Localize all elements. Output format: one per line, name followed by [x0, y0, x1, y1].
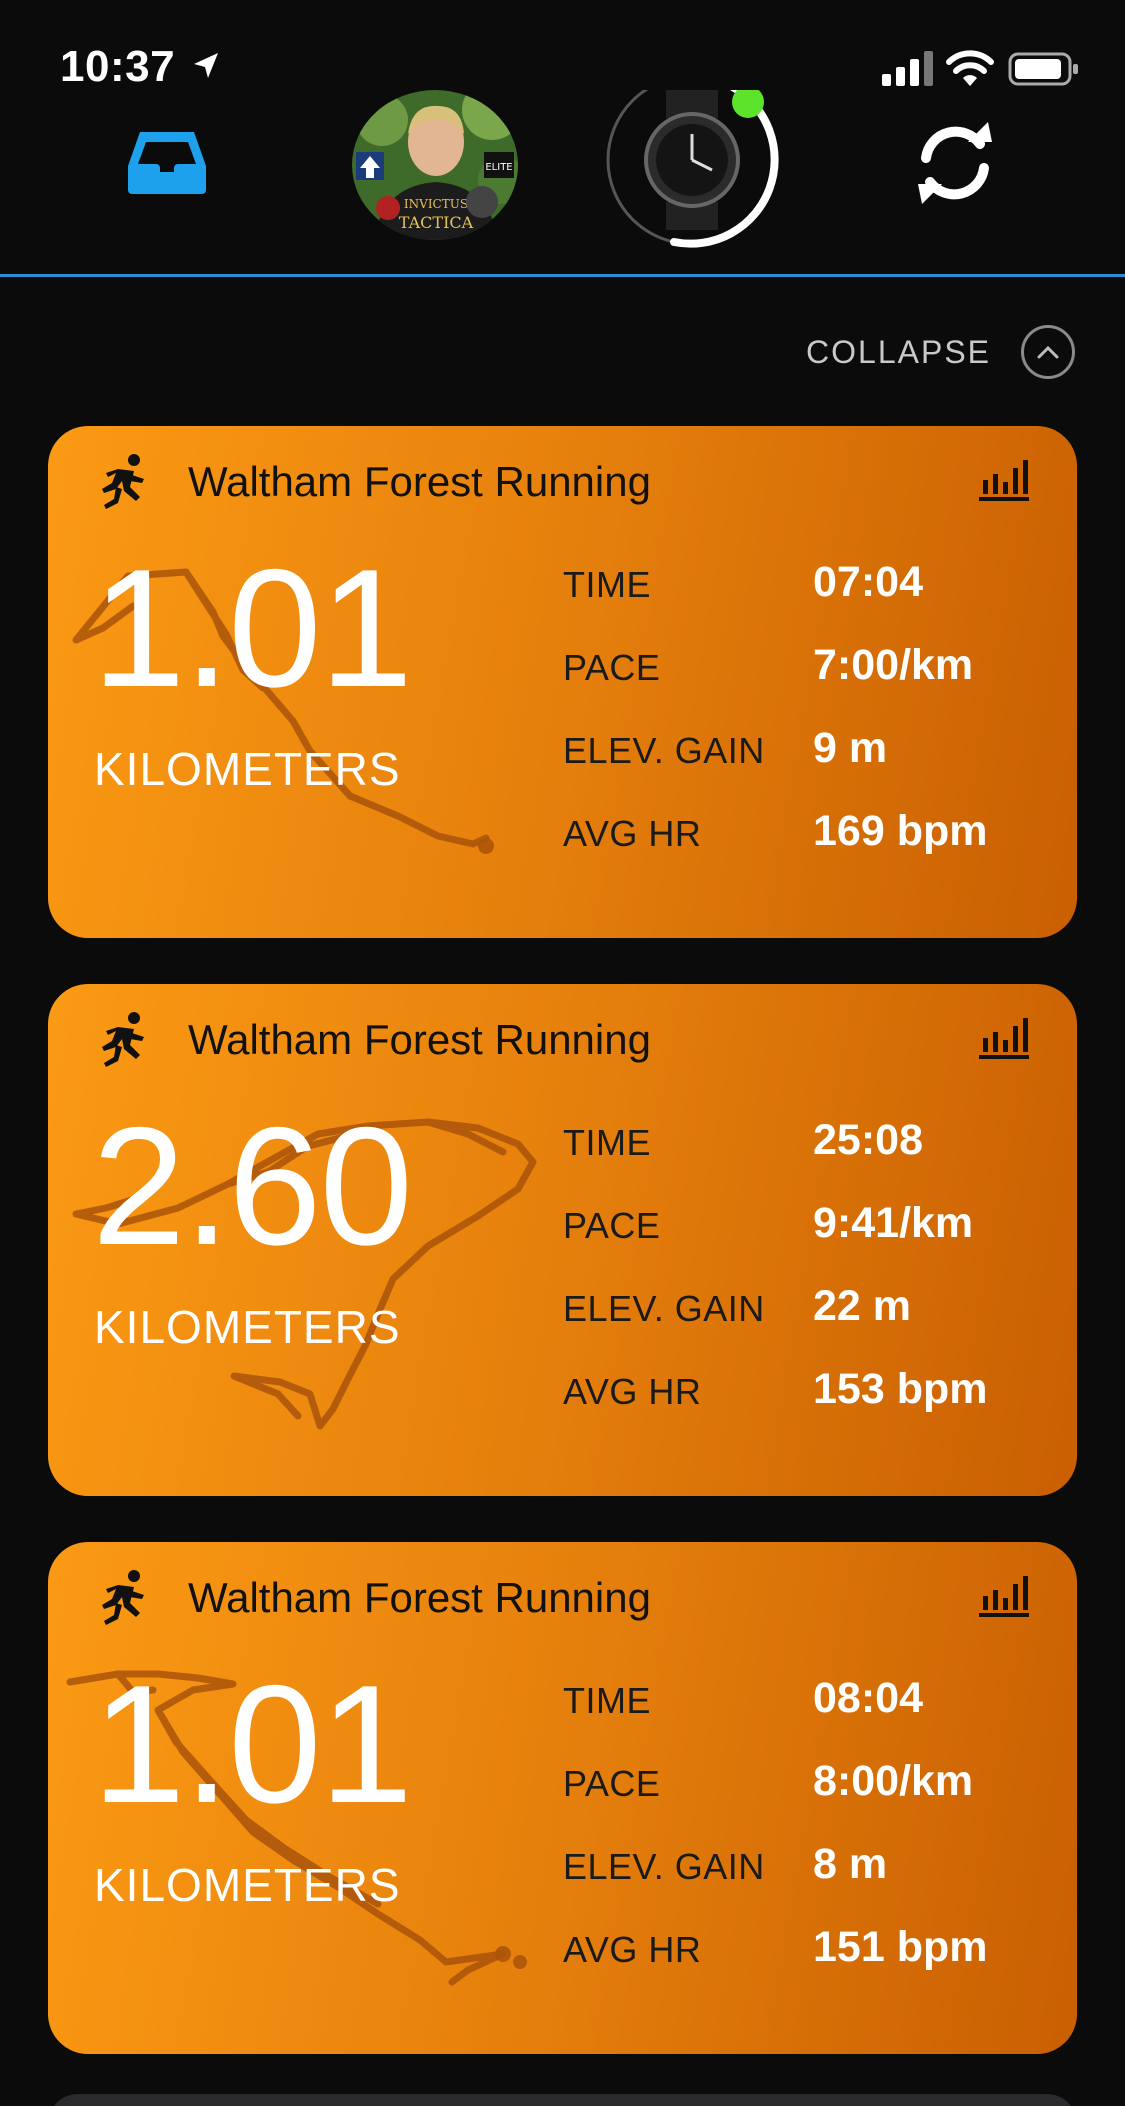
device-watch[interactable] — [606, 74, 781, 250]
stat-value: 7:00/km — [813, 641, 974, 689]
distance-unit: KILOMETERS — [94, 1859, 401, 1911]
stat-row: PACE 8:00/km — [563, 1757, 987, 1846]
stat-label: ELEV. GAIN — [563, 1288, 765, 1329]
distance-value: 1.01 — [92, 534, 413, 722]
stat-value: 9 m — [813, 724, 888, 772]
stat-value: 07:04 — [813, 558, 923, 606]
collapse-label: COLLAPSE — [806, 333, 991, 370]
stat-value: 9:41/km — [813, 1199, 974, 1247]
battery-icon — [1008, 52, 1078, 86]
status-time: 10:37 — [60, 42, 176, 91]
stat-row: AVG HR 169 bpm — [563, 807, 987, 896]
stat-label: TIME — [563, 564, 651, 605]
stat-label: TIME — [563, 1680, 651, 1721]
card-header: Waltham Forest Running — [96, 1568, 651, 1628]
cellular-signal-icon — [882, 51, 933, 86]
stats-list: TIME 07:04 PACE 7:00/km ELEV. GAIN 9 m AVG … — [563, 558, 987, 896]
stat-row: TIME 07:04 — [563, 558, 987, 647]
stat-row: ELEV. GAIN 8 m — [563, 1840, 987, 1929]
collapse-row[interactable]: COLLAPSE — [806, 322, 1075, 382]
wifi-icon — [946, 50, 994, 86]
stat-value: 169 bpm — [813, 807, 988, 855]
stat-value: 8:00/km — [813, 1757, 974, 1805]
stat-row: PACE 7:00/km — [563, 641, 987, 730]
stat-row: PACE 9:41/km — [563, 1199, 987, 1288]
svg-text:TACTICA: TACTICA — [399, 213, 474, 232]
stat-label: TIME — [563, 1122, 651, 1163]
activity-card[interactable]: Waltham Forest Running 1.01 KILOMETERS T… — [48, 426, 1077, 938]
stats-chart-icon[interactable] — [979, 1572, 1029, 1618]
activity-title: Waltham Forest Running — [188, 1574, 651, 1621]
stat-row: TIME 08:04 — [563, 1674, 987, 1763]
sync-icon[interactable] — [912, 120, 998, 206]
stats-chart-icon[interactable] — [979, 1014, 1029, 1060]
stat-value: 08:04 — [813, 1674, 923, 1722]
stats-list: TIME 25:08 PACE 9:41/km ELEV. GAIN 22 m AVG… — [563, 1116, 987, 1454]
stat-label: AVG HR — [563, 813, 702, 854]
stat-value: 8 m — [813, 1840, 888, 1888]
stat-label: AVG HR — [563, 1371, 702, 1412]
running-icon — [102, 1570, 144, 1625]
activity-card[interactable]: Waltham Forest Running 2.60 KILOMETERS T… — [48, 984, 1077, 1496]
stat-row: ELEV. GAIN 9 m — [563, 724, 987, 813]
card-header: Waltham Forest Running — [96, 1010, 651, 1070]
stat-row: AVG HR 151 bpm — [563, 1923, 987, 2012]
chevron-up-icon — [1037, 345, 1059, 359]
inbox-icon[interactable] — [126, 130, 208, 196]
distance-unit: KILOMETERS — [94, 1301, 401, 1353]
top-navigation: ELITE INVICTUS TACTICA — [0, 74, 1125, 277]
stat-value: 22 m — [813, 1282, 912, 1330]
distance-unit: KILOMETERS — [94, 743, 401, 795]
profile-avatar[interactable]: ELITE INVICTUS TACTICA — [352, 90, 518, 240]
activity-title: Waltham Forest Running — [188, 458, 651, 505]
distance-value: 1.01 — [92, 1650, 413, 1838]
stat-row: AVG HR 153 bpm — [563, 1365, 987, 1454]
svg-text:INVICTUS: INVICTUS — [404, 197, 468, 211]
location-arrow-icon — [194, 53, 218, 78]
stat-label: ELEV. GAIN — [563, 1846, 765, 1887]
stat-label: PACE — [563, 1205, 661, 1246]
card-header: Waltham Forest Running — [96, 452, 651, 512]
running-icon — [102, 454, 144, 509]
stats-chart-icon[interactable] — [979, 456, 1029, 502]
stat-row: ELEV. GAIN 22 m — [563, 1282, 987, 1371]
status-bar: 10:37 — [0, 0, 1125, 91]
stat-label: ELEV. GAIN — [563, 730, 765, 771]
stats-list: TIME 08:04 PACE 8:00/km ELEV. GAIN 8 m AVG … — [563, 1674, 987, 2012]
activity-card-partial[interactable] — [48, 2094, 1077, 2106]
distance-value: 2.60 — [92, 1092, 413, 1280]
stat-label: AVG HR — [563, 1929, 702, 1970]
running-icon — [102, 1012, 144, 1067]
activity-title: Waltham Forest Running — [188, 1016, 651, 1063]
stat-label: PACE — [563, 647, 661, 688]
app-screen: 10:37 ELITE INVICTUS TACTICA COLLAPSE Wa… — [0, 0, 1125, 2106]
svg-text:ELITE: ELITE — [485, 162, 512, 173]
stat-row: TIME 25:08 — [563, 1116, 987, 1205]
activity-card[interactable]: Waltham Forest Running 1.01 KILOMETERS T… — [48, 1542, 1077, 2054]
stat-value: 151 bpm — [813, 1923, 988, 1971]
stat-label: PACE — [563, 1763, 661, 1804]
stat-value: 153 bpm — [813, 1365, 988, 1413]
stat-value: 25:08 — [813, 1116, 923, 1164]
collapse-button[interactable] — [1021, 325, 1075, 379]
